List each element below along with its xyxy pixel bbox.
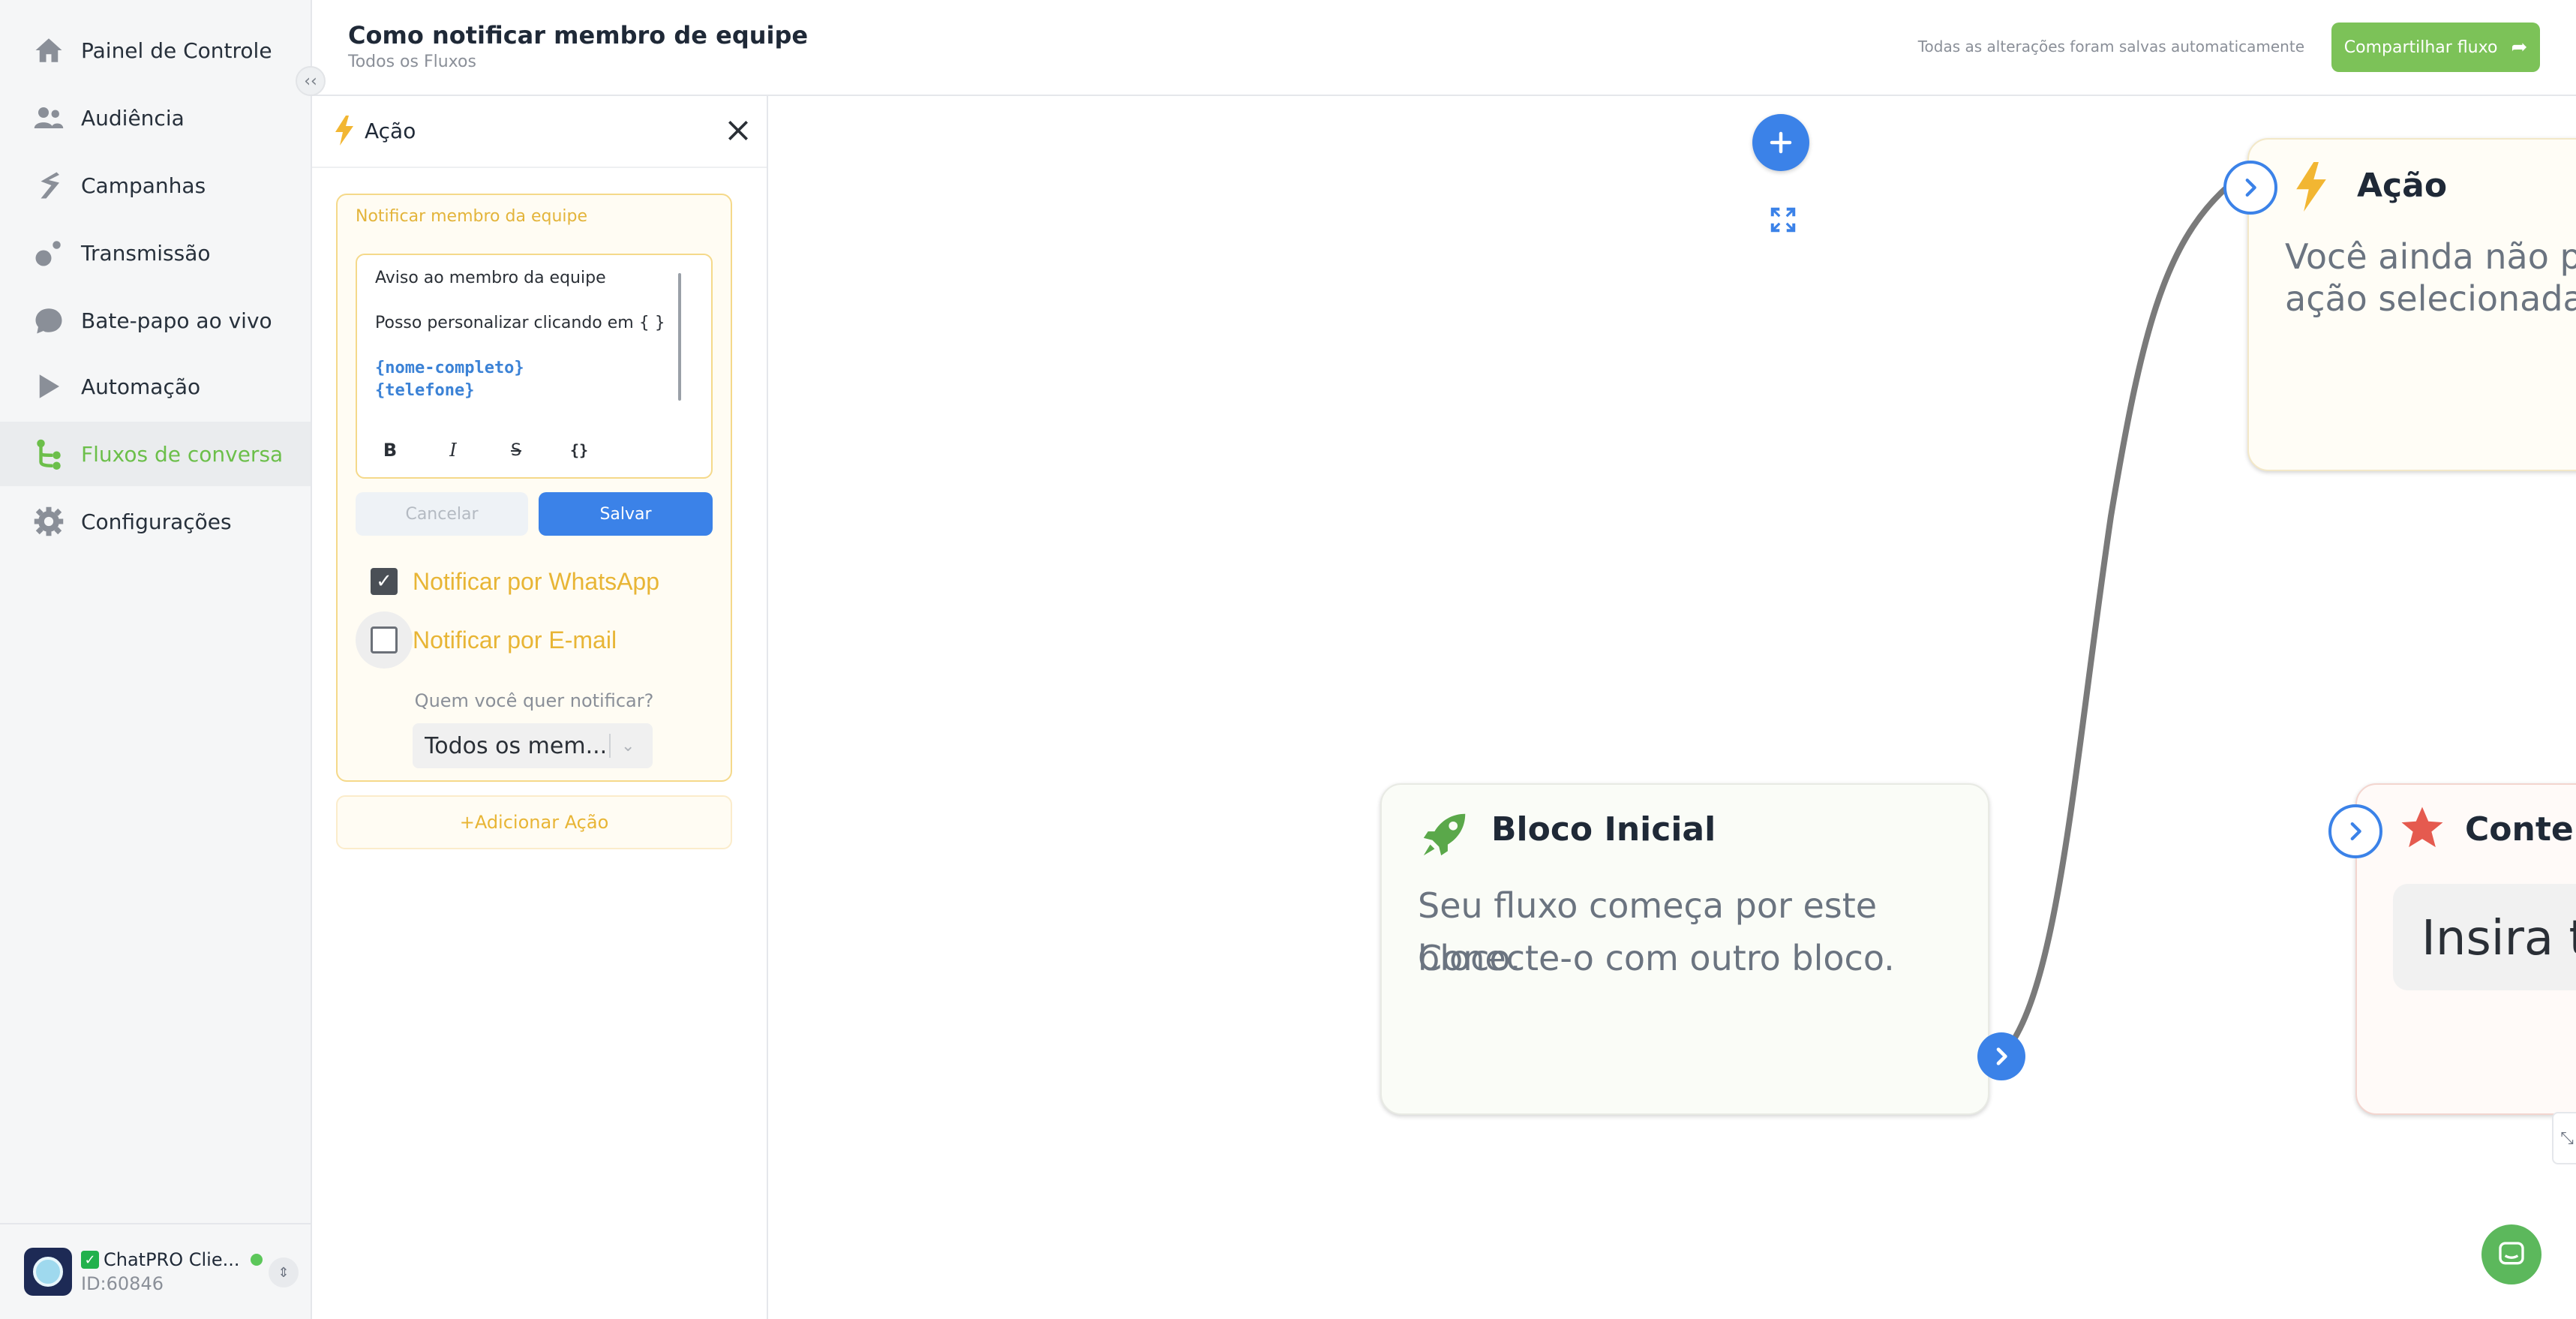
start-node-text: Conecte-o com outro bloco.	[1418, 938, 1895, 978]
select-divider	[609, 734, 611, 758]
share-flow-button[interactable]: Compartilhar fluxo ➦	[2331, 23, 2540, 72]
action-node[interactable]: Ação Você ainda não po ação selecionada	[2247, 138, 2576, 471]
save-button[interactable]: Salvar	[539, 492, 713, 536]
content-node-input-port[interactable]	[2328, 804, 2382, 858]
verified-check-icon: ✓	[81, 1251, 99, 1269]
sidebar-item-label: Audiência	[81, 105, 185, 131]
sidebar-item-automacao[interactable]: Automação	[0, 354, 311, 419]
notify-whatsapp-option[interactable]: ✓ Notificar por WhatsApp	[356, 555, 716, 608]
lightning-icon	[2296, 162, 2326, 212]
action-node-text: ação selecionada	[2285, 278, 2576, 319]
sidebar-item-configuracoes[interactable]: Configurações	[0, 489, 311, 554]
sidebar-item-bate-papo[interactable]: Bate-papo ao vivo	[0, 288, 311, 353]
email-label: Notificar por E-mail	[413, 626, 617, 653]
start-node-output-port[interactable]	[1977, 1032, 2025, 1080]
recipient-select-value: Todos os mem...	[425, 732, 605, 759]
email-checkbox[interactable]	[371, 626, 398, 653]
panel-header: Ação	[312, 96, 767, 168]
avatar	[24, 1248, 72, 1296]
insert-variable-button[interactable]: {}	[564, 435, 594, 465]
flow-canvas[interactable]: Bloco Inicial Seu fluxo começa por este …	[768, 96, 2576, 1319]
action-panel: Ação Notificar membro da equipe Aviso ao…	[312, 96, 768, 1319]
whatsapp-label: Notificar por WhatsApp	[413, 567, 660, 595]
sidebar-item-painel[interactable]: Painel de Controle	[0, 18, 311, 83]
action-card-title: Notificar membro da equipe	[356, 207, 587, 226]
star-icon	[2401, 807, 2443, 848]
support-chat-button[interactable]	[2481, 1224, 2541, 1284]
expand-icon[interactable]	[1764, 201, 1802, 239]
gear-icon	[33, 506, 65, 537]
whatsapp-checkbox[interactable]: ✓	[371, 568, 398, 595]
italic-button[interactable]: I	[438, 435, 468, 465]
share-button-label: Compartilhar fluxo	[2343, 38, 2498, 57]
who-to-notify-label: Quem você quer notificar?	[414, 690, 654, 711]
sidebar: Painel de Controle Audiência Campanhas T…	[0, 0, 312, 1319]
bold-button[interactable]: B	[375, 435, 405, 465]
content-text-input[interactable]: Insira te	[2393, 884, 2576, 990]
recipient-select[interactable]: Todos os mem... ⌄	[413, 723, 653, 768]
scrollbar[interactable]	[678, 273, 681, 401]
sidebar-item-transmissao[interactable]: Transmissão	[0, 221, 311, 285]
sidebar-item-audiencia[interactable]: Audiência	[0, 86, 311, 150]
chevron-right-icon	[1996, 1047, 2007, 1065]
sidebar-item-label: Automação	[81, 374, 201, 399]
chevron-right-icon	[2245, 178, 2256, 197]
chevron-down-icon: ⌄	[621, 736, 635, 756]
page-title[interactable]: Como notificar membro de equipe	[348, 21, 808, 50]
sidebar-item-label: Painel de Controle	[81, 38, 272, 63]
users-icon	[33, 102, 65, 134]
share-arrow-icon: ➦	[2511, 36, 2528, 59]
collapse-sidebar-button[interactable]: ‹‹	[296, 66, 326, 96]
chat-bubble-icon	[33, 305, 65, 336]
home-icon	[33, 35, 65, 66]
flow-icon	[33, 438, 65, 470]
content-input-text: Insira te	[2421, 911, 2576, 966]
content-node-title: Conteú	[2465, 810, 2576, 849]
sidebar-item-label: Campanhas	[81, 173, 206, 198]
breadcrumb[interactable]: Todos os Fluxos	[348, 53, 476, 71]
header: Como notificar membro de equipe Todos os…	[312, 0, 2576, 96]
action-node-title: Ação	[2357, 167, 2448, 205]
panel-title: Ação	[365, 119, 416, 143]
close-icon[interactable]	[723, 116, 753, 146]
sidebar-item-label: Transmissão	[81, 240, 211, 266]
chevron-right-icon	[2350, 822, 2361, 841]
strikethrough-button[interactable]: S	[501, 435, 531, 465]
online-status-dot	[250, 1254, 263, 1266]
minimap-toggle[interactable]: ⤡	[2552, 1112, 2576, 1164]
account-switcher[interactable]: ✓ ChatPRO Clie... ID:60846 ⇕	[0, 1223, 311, 1319]
message-editor[interactable]: Aviso ao membro da equipe Posso personal…	[356, 254, 713, 479]
rocket-icon	[1423, 813, 1466, 856]
lightning-icon	[335, 116, 353, 146]
add-action-button[interactable]: +Adicionar Ação	[336, 795, 732, 849]
sidebar-item-label: Configurações	[81, 509, 232, 534]
sidebar-item-label: Fluxos de conversa	[81, 441, 284, 467]
start-node[interactable]: Bloco Inicial Seu fluxo começa por este …	[1380, 783, 1989, 1115]
automation-icon	[33, 371, 65, 402]
notify-email-option[interactable]: Notificar por E-mail	[356, 611, 716, 669]
message-line: Posso personalizar clicando em { }	[375, 314, 665, 332]
sidebar-item-fluxos[interactable]: Fluxos de conversa	[0, 422, 311, 486]
action-node-input-port[interactable]	[2223, 161, 2277, 215]
message-line: Aviso ao membro da equipe	[375, 269, 606, 287]
cancel-button[interactable]: Cancelar	[356, 492, 528, 536]
message-variable: {nome-completo}	[375, 359, 524, 377]
chevron-updown-icon[interactable]: ⇕	[269, 1257, 299, 1287]
account-id: ID:60846	[81, 1273, 164, 1294]
campaign-icon	[33, 170, 65, 201]
notify-team-member-card: Notificar membro da equipe Aviso ao memb…	[336, 194, 732, 782]
broadcast-icon	[33, 237, 65, 269]
plus-icon	[1770, 131, 1792, 154]
chat-icon	[2499, 1242, 2524, 1265]
add-block-button[interactable]	[1752, 114, 1809, 171]
sidebar-item-campanhas[interactable]: Campanhas	[0, 153, 311, 218]
message-variable: {telefone}	[375, 381, 475, 400]
start-node-title: Bloco Inicial	[1491, 810, 1716, 849]
sidebar-item-label: Bate-papo ao vivo	[81, 308, 272, 333]
action-node-text: Você ainda não po	[2285, 236, 2576, 277]
autosave-status: Todas as alterações foram salvas automat…	[1917, 38, 2304, 56]
account-name: ChatPRO Clie...	[104, 1249, 240, 1270]
content-node[interactable]: Conteú Insira te	[2355, 783, 2576, 1115]
